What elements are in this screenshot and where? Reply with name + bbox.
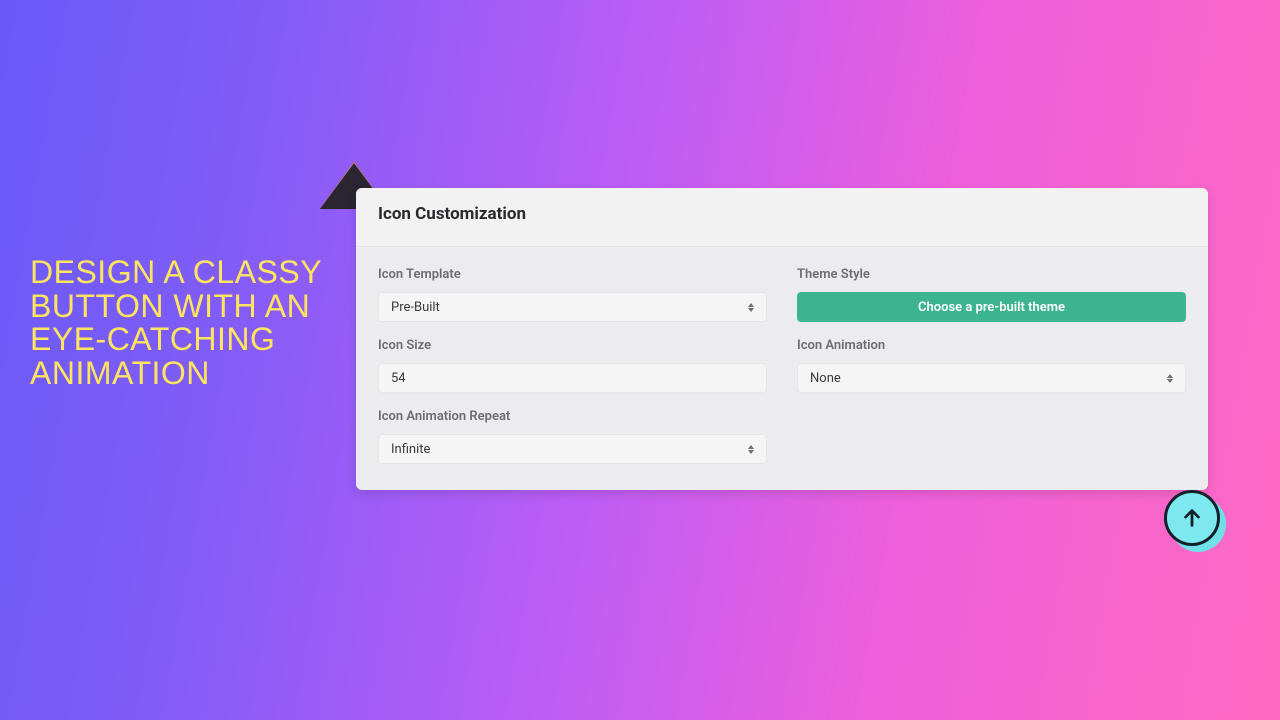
select-value: Pre-Built — [391, 300, 440, 315]
page-headline: DESIGN A CLASSY BUTTON WITH AN EYE-CATCH… — [30, 256, 330, 390]
scroll-to-top-button[interactable] — [1164, 490, 1226, 552]
input-value: 54 — [391, 371, 406, 386]
label-theme-style: Theme Style — [797, 267, 1186, 282]
label-icon-animation-repeat: Icon Animation Repeat — [378, 409, 767, 424]
select-value: Infinite — [391, 442, 430, 457]
fab-circle — [1164, 490, 1220, 546]
input-icon-size[interactable]: 54 — [378, 363, 767, 393]
chevron-up-down-icon — [746, 300, 756, 314]
field-icon-animation: Icon Animation None — [797, 338, 1186, 393]
arrow-up-icon — [1181, 507, 1203, 529]
field-icon-animation-repeat: Icon Animation Repeat Infinite — [378, 409, 767, 464]
select-icon-animation-repeat[interactable]: Infinite — [378, 434, 767, 464]
select-icon-animation[interactable]: None — [797, 363, 1186, 393]
chevron-up-down-icon — [1165, 371, 1175, 385]
card-body: Icon Template Pre-Built Theme Style Choo… — [356, 247, 1208, 490]
field-icon-template: Icon Template Pre-Built — [378, 267, 767, 322]
label-icon-template: Icon Template — [378, 267, 767, 282]
card-title: Icon Customization — [378, 204, 1186, 224]
select-value: None — [810, 371, 841, 386]
icon-customization-card: Icon Customization Icon Template Pre-Bui… — [356, 188, 1208, 490]
chevron-up-down-icon — [746, 442, 756, 456]
choose-theme-button[interactable]: Choose a pre-built theme — [797, 292, 1186, 322]
select-icon-template[interactable]: Pre-Built — [378, 292, 767, 322]
label-icon-size: Icon Size — [378, 338, 767, 353]
field-theme-style: Theme Style Choose a pre-built theme — [797, 267, 1186, 322]
card-header: Icon Customization — [356, 188, 1208, 247]
label-icon-animation: Icon Animation — [797, 338, 1186, 353]
field-icon-size: Icon Size 54 — [378, 338, 767, 393]
